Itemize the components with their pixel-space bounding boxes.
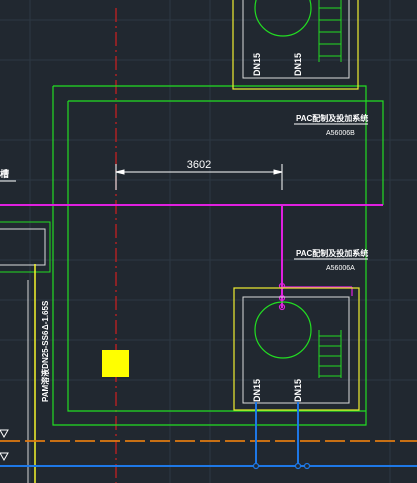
left-cut-label: 槽 [0,168,9,179]
ladder-bottom [318,330,342,378]
system-label-top: PAC配制及投加系统 [296,113,368,123]
vertical-pipe-label: PAM溶液DN25-SS6 [40,330,50,402]
unit-top-pipe-label-2: DN15 [293,53,303,76]
ladder-top [318,0,342,62]
unit-bottom-pipe-label-2: DN15 [293,379,303,402]
dimension-arrow-left [115,169,125,175]
cad-drawing-canvas[interactable]: DN15 DN15 3602 PAC配制及投加系统 A56006B PAC配制及… [0,0,417,483]
tank-top-circle [254,0,312,37]
arrow-marker-2 [0,452,9,462]
arrow-marker-1 [0,429,9,439]
blue-joint-1[interactable] [252,462,260,470]
system-label-mid: PAC配制及投加系统 [296,248,368,258]
elevation-label: Δ-1.65S [41,300,50,330]
blue-joint-2[interactable] [294,462,302,470]
equipment-tag-top: A56006B [326,130,355,137]
equipment-unit-bottom[interactable]: DN15 DN15 [233,287,360,411]
dimension-arrow-right [273,169,283,175]
equipment-tag-mid: A56006A [326,265,355,272]
dimension-value: 3602 [187,159,211,171]
yellow-marker[interactable] [102,350,129,377]
unit-top-pipe-label-1: DN15 [252,53,262,76]
equipment-unit-top[interactable]: DN15 DN15 [232,0,359,90]
unit-bottom-pipe-label-1: DN15 [252,379,262,402]
blue-joint-3[interactable] [303,462,311,470]
tank-bottom-circle [254,301,312,359]
